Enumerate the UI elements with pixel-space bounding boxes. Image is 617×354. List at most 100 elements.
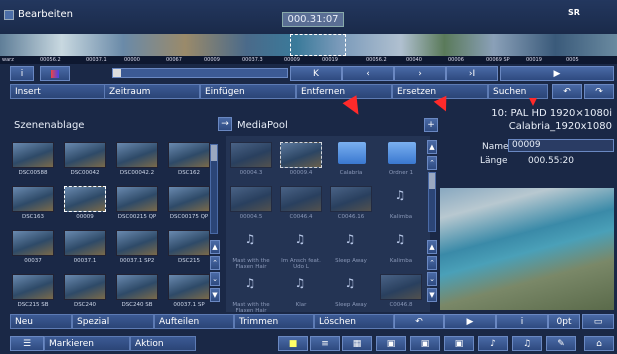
scene-thumbnail[interactable]	[12, 274, 54, 300]
scene-thumbnail[interactable]	[116, 230, 158, 256]
color-toggle-button[interactable]	[40, 66, 70, 81]
home-button[interactable]: ⌂	[584, 336, 614, 351]
media-thumbnail[interactable]	[280, 142, 322, 168]
scene-thumbnail[interactable]	[64, 274, 106, 300]
mixer-button[interactable]: ♫	[512, 336, 542, 351]
music-note-icon[interactable]: ♫	[330, 276, 370, 290]
view-grid-red-button[interactable]: ■	[278, 336, 308, 351]
scene-thumbnail[interactable]	[168, 186, 210, 212]
scrub-handle[interactable]	[113, 69, 121, 77]
markieren-button[interactable]: Markieren	[44, 336, 130, 351]
trimmen-button[interactable]: Trimmen	[234, 314, 314, 329]
timeline-strip[interactable]: warz 00056.2 00037.1 00000 00067 00009 00037.3…	[0, 34, 617, 64]
media-thumbnail[interactable]	[380, 274, 422, 300]
scene-thumbnail[interactable]	[116, 186, 158, 212]
scroll-thumb[interactable]	[429, 173, 435, 189]
jump-end-button[interactable]: ›I	[446, 66, 498, 81]
scene-scroll-down-button[interactable]: ▼	[210, 288, 220, 302]
scene-page-up-button[interactable]: ⌃	[210, 256, 220, 270]
timeline-clip-label: warz	[2, 57, 14, 63]
jump-start-button[interactable]: K	[290, 66, 342, 81]
scene-thumbnail[interactable]	[12, 186, 54, 212]
media-page-down-button[interactable]: ⌄	[427, 272, 437, 286]
media-label: Ordner 1	[388, 170, 414, 176]
entfernen-button[interactable]: Entfernen	[296, 84, 392, 99]
aktion-button[interactable]: Aktion	[130, 336, 196, 351]
folder-icon[interactable]	[388, 142, 416, 164]
view-thumb-button[interactable]: ▦	[342, 336, 372, 351]
redo-button[interactable]: ↷	[584, 84, 614, 99]
scene-thumbnail[interactable]	[168, 142, 210, 168]
view-mode3-button[interactable]: ▣	[444, 336, 474, 351]
next-button[interactable]: ›	[394, 66, 446, 81]
suchen-button[interactable]: Suchen	[488, 84, 548, 99]
folder-icon[interactable]	[338, 142, 366, 164]
scene-page-down-button[interactable]: ⌄	[210, 272, 220, 286]
aufteilen-button[interactable]: Aufteilen	[154, 314, 234, 329]
music-note-icon[interactable]: ♫	[280, 276, 320, 290]
music-note-icon[interactable]: ♫	[380, 188, 420, 202]
info-button[interactable]: i	[10, 66, 34, 81]
media-label: 00009.4	[289, 170, 313, 176]
scene-thumbnail[interactable]	[116, 274, 158, 300]
undo-small-button[interactable]: ↶	[394, 314, 444, 329]
einfuegen-button[interactable]: Einfügen	[200, 84, 296, 99]
music-note-icon[interactable]: ♫	[280, 232, 320, 246]
scroll-thumb[interactable]	[211, 145, 217, 161]
media-scroll-up-button[interactable]: ▲	[427, 240, 437, 254]
scene-thumbnail[interactable]	[64, 186, 106, 212]
media-page-up2-button[interactable]: ⌃	[427, 256, 437, 270]
scene-thumbnail[interactable]	[64, 142, 106, 168]
name-field[interactable]: 00009	[508, 139, 614, 152]
timeline-clip-label: 00019	[322, 57, 338, 63]
music-note-icon[interactable]: ♫	[380, 232, 420, 246]
neu-button[interactable]: Neu	[10, 314, 72, 329]
media-page-up-button[interactable]: ⌃	[427, 156, 437, 170]
media-thumbnail[interactable]	[230, 186, 272, 212]
list-menu-button[interactable]: ☰	[10, 336, 44, 351]
timeline-clip-label: 00056.2	[40, 57, 61, 63]
media-thumbnail[interactable]	[230, 142, 272, 168]
mediapool-arrow-button[interactable]: →	[218, 117, 232, 131]
music-note-icon[interactable]: ♫	[230, 232, 270, 246]
print-button[interactable]: ▭	[582, 314, 614, 329]
timeline-clip-label: 00009	[284, 57, 300, 63]
view-list-red-button[interactable]: ≡	[310, 336, 340, 351]
scene-thumbnail[interactable]	[12, 142, 54, 168]
szenenablage-title: Szenenablage	[14, 120, 85, 131]
options-button[interactable]: 0pt	[548, 314, 580, 329]
mediapool-title: MediaPool	[237, 120, 288, 131]
media-thumbnail[interactable]	[280, 186, 322, 212]
view-mode2-button[interactable]: ▣	[410, 336, 440, 351]
scene-thumbnail[interactable]	[168, 230, 210, 256]
scene-scroll-up-button[interactable]: ▲	[210, 240, 220, 254]
spezial-button[interactable]: Spezial	[72, 314, 154, 329]
timeline-selected[interactable]	[290, 34, 346, 56]
scrub-bar[interactable]	[112, 68, 288, 78]
scene-scrollbar[interactable]	[210, 144, 218, 234]
audio-button[interactable]: ♪	[478, 336, 508, 351]
media-label: C0046.4	[289, 214, 313, 220]
view-mode1-button[interactable]: ▣	[376, 336, 406, 351]
loeschen-button[interactable]: Löschen	[314, 314, 394, 329]
insert-button[interactable]: Insert	[10, 84, 106, 99]
edit-button[interactable]: ✎	[546, 336, 576, 351]
scene-thumbnail[interactable]	[116, 142, 158, 168]
prev-button[interactable]: ‹	[342, 66, 394, 81]
music-note-icon[interactable]: ♫	[230, 276, 270, 290]
zeitraum-button[interactable]: Zeitraum	[104, 84, 200, 99]
scene-thumbnail[interactable]	[12, 230, 54, 256]
media-scrollbar[interactable]	[428, 172, 436, 232]
media-thumbnail[interactable]	[330, 186, 372, 212]
play-button[interactable]: ▶	[500, 66, 614, 81]
ersetzen-button[interactable]: Ersetzen	[392, 84, 488, 99]
undo-button[interactable]: ↶	[552, 84, 582, 99]
info-small-button[interactable]: i	[496, 314, 548, 329]
media-up-button[interactable]: ▲	[427, 140, 437, 154]
scene-thumbnail[interactable]	[168, 274, 210, 300]
music-note-icon[interactable]: ♫	[330, 232, 370, 246]
add-media-button[interactable]: +	[424, 118, 438, 132]
scene-thumbnail[interactable]	[64, 230, 106, 256]
play-small-button[interactable]: ▶	[444, 314, 496, 329]
media-scroll-down-button[interactable]: ▼	[427, 288, 437, 302]
